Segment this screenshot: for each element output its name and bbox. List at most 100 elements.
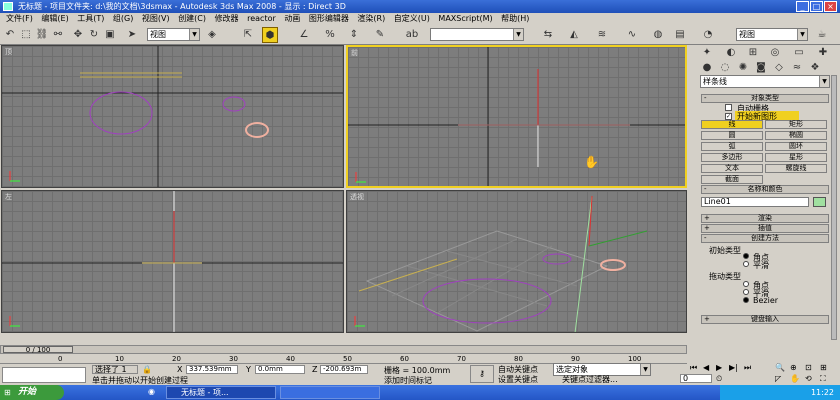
curve-editor-icon[interactable]: ∿ — [624, 27, 640, 43]
taskbar-item-3dsmax[interactable]: 无标题 - 项... — [166, 386, 276, 399]
field-of-view-icon[interactable]: ◸ — [775, 374, 781, 383]
taskbar-item-2[interactable] — [280, 386, 380, 399]
ngon-button[interactable]: 多边形 — [701, 153, 763, 162]
menu-tools[interactable]: 工具(T) — [77, 14, 104, 23]
lock-icon[interactable]: 🔒 — [142, 365, 152, 374]
helix-button[interactable]: 螺旋线 — [765, 164, 827, 173]
start-new-shape-label[interactable]: 开始新图形 — [735, 111, 799, 121]
x-coord-field[interactable]: 337.539mm — [186, 365, 238, 374]
minimize-button[interactable]: _ — [796, 1, 809, 12]
percent-snap-icon[interactable]: % — [322, 27, 338, 43]
play-icon[interactable]: ▶ — [716, 363, 722, 372]
auto-grid-checkbox[interactable] — [725, 104, 732, 111]
menu-reactor[interactable]: reactor — [247, 14, 276, 23]
zoom-extents-all-icon[interactable]: ⊞ — [820, 363, 827, 372]
interpolation-rollout[interactable]: + 插值 — [701, 224, 829, 233]
named-selection-combo[interactable]: ▼ — [430, 28, 524, 41]
modify-tab-icon[interactable]: ◐ — [723, 45, 739, 61]
unlink-icon[interactable]: ⚯ — [50, 27, 66, 43]
maximize-button[interactable]: □ — [810, 1, 823, 12]
zoom-all-icon[interactable]: ⊕ — [790, 363, 797, 372]
prev-frame-icon[interactable]: ◀ — [703, 363, 709, 372]
layer-icon[interactable]: ≋ — [594, 27, 610, 43]
line-button[interactable]: 线 — [701, 120, 763, 129]
pan-icon[interactable]: ✋ — [790, 374, 800, 383]
time-config-icon[interactable]: ⏲ — [716, 374, 722, 384]
goto-start-icon[interactable]: ⏮ — [690, 363, 697, 373]
rendering-rollout[interactable]: + 渲染 — [701, 214, 829, 223]
shapes-icon[interactable]: ◌ — [717, 60, 733, 76]
zoom-extents-icon[interactable]: ⊡ — [805, 363, 812, 372]
menu-modifiers[interactable]: 修改器 — [215, 14, 239, 23]
link-icon[interactable]: ⛓ — [34, 27, 50, 43]
angle-snap-icon[interactable]: ∠ — [296, 27, 312, 43]
undo-icon[interactable]: ↶ — [2, 27, 18, 43]
mirror-icon[interactable]: ⇆ — [540, 27, 556, 43]
drag-smooth-radio[interactable] — [743, 289, 749, 295]
next-frame-icon[interactable]: ▶| — [729, 363, 738, 372]
name-color-rollout[interactable]: - 名称和颜色 — [701, 185, 829, 194]
keyboard-entry-rollout[interactable]: + 键盘输入 — [701, 315, 829, 324]
cameras-icon[interactable]: ◙ — [753, 60, 769, 76]
start-new-shape-checkbox[interactable]: ✓ — [725, 113, 732, 120]
pivot-icon[interactable]: ◈ — [204, 27, 220, 43]
object-color-swatch[interactable] — [813, 197, 826, 207]
circle-button[interactable]: 圆 — [701, 131, 763, 140]
spinner-snap-icon[interactable]: ⇕ — [346, 27, 362, 43]
named-sel-abc-icon[interactable]: ab — [404, 27, 420, 43]
menu-maxscript[interactable]: MAXScript(M) — [438, 14, 492, 23]
render-setup-icon[interactable]: ▤ — [672, 27, 688, 43]
render-teapot-icon[interactable]: ☕ — [814, 27, 830, 43]
arc-button[interactable]: 弧 — [701, 142, 763, 151]
star-button[interactable]: 星形 — [765, 153, 827, 162]
quick-launch-icon[interactable]: ◉ — [148, 387, 155, 396]
menu-help[interactable]: 帮助(H) — [501, 14, 529, 23]
geometry-icon[interactable]: ● — [699, 60, 715, 76]
quick-render-icon[interactable]: ◔ — [700, 27, 716, 43]
helpers-icon[interactable]: ◇ — [771, 60, 787, 76]
select-object-icon[interactable]: ➤ — [124, 27, 140, 43]
menu-edit[interactable]: 编辑(E) — [41, 14, 68, 23]
z-coord-field[interactable]: -200.693m — [320, 365, 368, 374]
current-frame-field[interactable]: 0 — [680, 374, 712, 383]
menu-customize[interactable]: 自定义(U) — [394, 14, 430, 23]
menu-rendering[interactable]: 渲染(R) — [357, 14, 385, 23]
reference-coord-combo[interactable]: 视图 ▼ — [147, 28, 200, 41]
move-icon[interactable]: ✥ — [70, 27, 86, 43]
text-button[interactable]: 文本 — [701, 164, 763, 173]
systems-icon[interactable]: ❖ — [807, 60, 823, 76]
section-button[interactable]: 截面 — [701, 175, 763, 184]
viewport-top[interactable]: 顶 — [1, 45, 344, 188]
ellipse-button[interactable]: 椭圆 — [765, 131, 827, 140]
select-manipulate-icon[interactable]: ⇱ — [240, 27, 256, 43]
align-icon[interactable]: ◭ — [566, 27, 582, 43]
initial-smooth-radio[interactable] — [743, 261, 749, 267]
menu-group[interactable]: 组(G) — [113, 14, 133, 23]
goto-end-icon[interactable]: ⏭ — [744, 363, 751, 373]
panel-scrollbar[interactable] — [831, 75, 837, 340]
donut-button[interactable]: 圆环 — [765, 142, 827, 151]
y-coord-field[interactable]: 0.0mm — [255, 365, 305, 374]
zoom-icon[interactable]: 🔍 — [775, 363, 785, 372]
key-filters-button[interactable]: 关键点过滤器... — [562, 374, 618, 385]
time-slider-thumb[interactable]: 0 / 100 — [3, 346, 73, 354]
drag-bezier-radio[interactable] — [743, 297, 749, 303]
drag-corner-radio[interactable] — [743, 281, 749, 287]
category-combo[interactable]: 样条线 ▼ — [700, 75, 830, 88]
snap-toggle-icon[interactable]: ⬢ — [262, 27, 278, 43]
display-tab-icon[interactable]: ▭ — [791, 45, 807, 61]
material-editor-icon[interactable]: ◍ — [650, 27, 666, 43]
menu-graph-editors[interactable]: 图形编辑器 — [309, 14, 349, 23]
create-tab-icon[interactable]: ✦ — [699, 45, 715, 61]
time-slider-track[interactable]: 0 / 100 — [0, 345, 687, 354]
set-key-button[interactable]: 设置关键点 — [498, 374, 538, 385]
initial-corner-radio[interactable] — [743, 253, 749, 259]
object-name-input[interactable]: Line01 — [701, 197, 809, 207]
viewport-perspective[interactable]: 透视 — [346, 190, 687, 333]
menu-animation[interactable]: 动画 — [284, 14, 300, 23]
maxscript-listener[interactable] — [2, 367, 86, 383]
menu-file[interactable]: 文件(F) — [6, 14, 33, 23]
edit-named-sel-icon[interactable]: ✎ — [372, 27, 388, 43]
scale-icon[interactable]: ▣ — [102, 27, 118, 43]
menu-create[interactable]: 创建(C) — [178, 14, 206, 23]
